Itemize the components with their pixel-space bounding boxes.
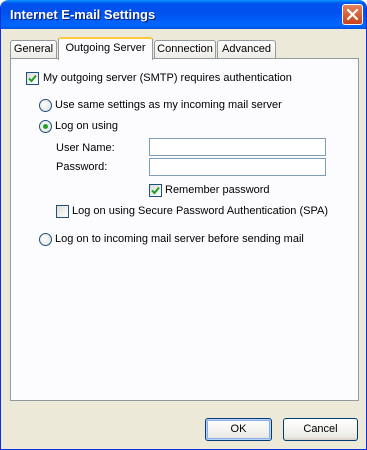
spa-label: Log on using Secure Password Authenticat… xyxy=(72,205,329,217)
username-label: User Name: xyxy=(56,142,115,154)
spa-checkbox[interactable] xyxy=(56,205,69,218)
title-bar[interactable]: Internet E-mail Settings xyxy=(1,0,366,29)
tab-general[interactable]: General xyxy=(10,40,57,58)
tab-connection[interactable]: Connection xyxy=(154,40,216,58)
checkmark-icon xyxy=(28,74,37,83)
smtp-auth-label: My outgoing server (SMTP) requires authe… xyxy=(43,72,292,84)
ok-button[interactable]: OK xyxy=(205,418,272,441)
remember-password-label: Remember password xyxy=(165,184,270,196)
username-field[interactable] xyxy=(149,138,326,156)
log-on-using-radio[interactable] xyxy=(39,120,52,133)
checkmark-icon xyxy=(151,186,160,195)
password-field[interactable] xyxy=(149,158,326,176)
log-on-incoming-radio[interactable] xyxy=(39,233,52,246)
same-settings-label: Use same settings as my incoming mail se… xyxy=(55,99,282,111)
tab-advanced[interactable]: Advanced xyxy=(217,40,276,58)
email-settings-dialog: Internet E-mail Settings General Outgoin… xyxy=(0,0,367,450)
close-icon xyxy=(346,8,359,21)
log-on-incoming-label: Log on to incoming mail server before se… xyxy=(55,233,304,245)
radio-selected-dot xyxy=(43,124,48,129)
outgoing-server-panel: My outgoing server (SMTP) requires authe… xyxy=(10,58,359,401)
window-title: Internet E-mail Settings xyxy=(10,7,156,22)
cancel-button[interactable]: Cancel xyxy=(283,418,358,441)
smtp-auth-checkbox[interactable] xyxy=(26,72,39,85)
log-on-using-label: Log on using xyxy=(55,120,118,132)
tab-outgoing-server[interactable]: Outgoing Server xyxy=(58,37,153,60)
remember-password-checkbox[interactable] xyxy=(149,184,162,197)
close-button[interactable] xyxy=(342,4,363,25)
password-label: Password: xyxy=(56,161,108,173)
same-settings-radio[interactable] xyxy=(39,99,52,112)
